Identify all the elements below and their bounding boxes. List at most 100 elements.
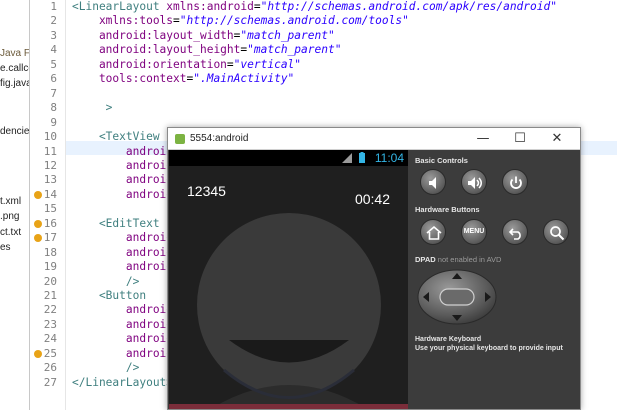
code-token: android [72,346,174,360]
basic-controls-label: Basic Controls [415,156,468,165]
line-number: 14 [43,187,57,201]
code-token: <TextView [72,130,160,144]
menu-button[interactable]: MENU [461,219,487,245]
line-number: 12 [43,158,57,172]
back-button[interactable] [502,219,528,245]
default-contact-avatar [169,210,408,409]
phone-screen[interactable]: 11:04 12345 00:42 [169,150,408,409]
explorer-item[interactable]: dencies [0,126,29,137]
code-token: android [72,173,174,187]
code-token: android [72,317,174,331]
code-token: ".MainActivity" [193,72,295,86]
line-number: 16 [43,216,57,230]
battery-icon [359,152,365,163]
code-token: <EditText [72,216,160,230]
code-line[interactable]: </LinearLayout> [72,376,173,390]
minimize-button[interactable]: — [468,130,498,148]
code-line[interactable]: <Button [72,289,146,303]
emulator-window[interactable]: 5554:android — ☐ ✕ 11:04 12345 00:42 Bas… [167,127,581,410]
code-line[interactable]: <LinearLayout xmlns:android="http://sche… [72,0,557,14]
code-token: android [72,303,174,317]
phone-status-bar: 11:04 [169,150,408,166]
emulator-titlebar[interactable]: 5554:android — ☐ ✕ [168,128,580,150]
phone-bottom-band [169,404,408,409]
explorer-item[interactable]: es [0,242,11,253]
code-token: android [72,158,174,172]
code-line[interactable]: <EditText [72,217,160,231]
code-token: android:layout_height [72,43,241,57]
explorer-item[interactable]: e.callco [0,63,29,74]
code-token: xmlns:tools [72,14,174,28]
code-token: </LinearLayout> [72,375,174,389]
status-clock: 11:04 [374,151,404,165]
code-line[interactable]: android [72,145,173,159]
code-line[interactable]: android [72,188,173,202]
code-token: "http://schemas.android.com/tools" [179,14,409,28]
explorer-item[interactable]: Java F [0,48,29,59]
call-number: 12345 [187,183,226,199]
maximize-button[interactable]: ☐ [505,130,535,148]
line-number: 4 [50,43,57,57]
code-token: android [72,187,174,201]
code-token: android: [72,260,180,274]
explorer-item[interactable]: t.xml [0,196,21,207]
hardware-keyboard-label: Hardware Keyboard [415,336,482,343]
home-button[interactable] [420,219,446,245]
warning-icon[interactable] [34,349,42,358]
code-token: android [72,144,174,158]
menu-button-label: MENU [463,228,485,235]
search-button[interactable] [543,219,569,245]
dpad-label-text: DPAD [415,255,436,264]
explorer-item[interactable]: fig.java [0,78,29,89]
line-number: 25 [43,346,57,360]
code-line[interactable]: android [72,332,173,346]
home-icon [426,225,442,240]
line-number: 13 [43,173,57,187]
dpad-control[interactable] [417,269,497,325]
code-token: "match_parent" [240,28,335,42]
code-line[interactable]: android [72,173,173,187]
line-number: 6 [50,72,57,86]
code-token: android: [72,231,180,245]
code-line[interactable]: android:layout_width="match_parent" [72,29,335,43]
power-icon [510,176,522,189]
code-line[interactable]: android [72,347,173,361]
code-line[interactable]: android: [72,260,180,274]
code-token: <LinearLayout [72,0,167,13]
project-explorer[interactable]: Java F e.callco fig.java dencies t.xml .png ct… [0,0,30,410]
line-number: 27 [43,375,57,389]
code-line[interactable]: android:orientation="vertical" [72,58,301,72]
code-token: tools:context [72,72,187,86]
line-number: 24 [43,332,57,346]
code-line[interactable]: android: [72,246,180,260]
explorer-item[interactable]: ct.txt [0,227,21,238]
warning-icon[interactable] [34,219,42,228]
code-line[interactable]: xmlns:tools="http://schemas.android.com/… [72,14,409,28]
hardware-buttons-label: Hardware Buttons [415,205,480,214]
emulator-control-panel: Basic Controls Hardware Buttons MENU DPA… [408,150,580,409]
code-token: = [173,14,180,28]
line-number: 5 [50,57,57,71]
code-token: > [72,101,113,115]
warning-icon[interactable] [34,190,42,199]
line-number: 26 [43,361,57,375]
code-line[interactable]: tools:context=".MainActivity" [72,72,294,86]
code-line[interactable]: android:layout_height="match_parent" [72,43,342,57]
code-line[interactable]: android: [72,231,180,245]
code-line[interactable]: /> [72,275,139,289]
code-line[interactable]: > [72,101,113,115]
code-line[interactable]: <TextView [72,130,160,144]
volume-up-button[interactable] [461,169,487,195]
volume-down-button[interactable] [420,169,446,195]
code-token: = [253,0,261,13]
code-line[interactable]: android [72,303,173,317]
explorer-item[interactable]: .png [0,211,19,222]
power-button[interactable] [502,169,528,195]
emulator-title: 5554:android [190,133,249,144]
dpad-disabled-note: not enabled in AVD [437,255,502,264]
code-line[interactable]: /> [72,361,139,375]
close-button[interactable]: ✕ [542,130,572,148]
code-line[interactable]: android [72,318,173,332]
code-line[interactable]: android [72,159,173,173]
code-token: xmlns:android [166,0,254,13]
